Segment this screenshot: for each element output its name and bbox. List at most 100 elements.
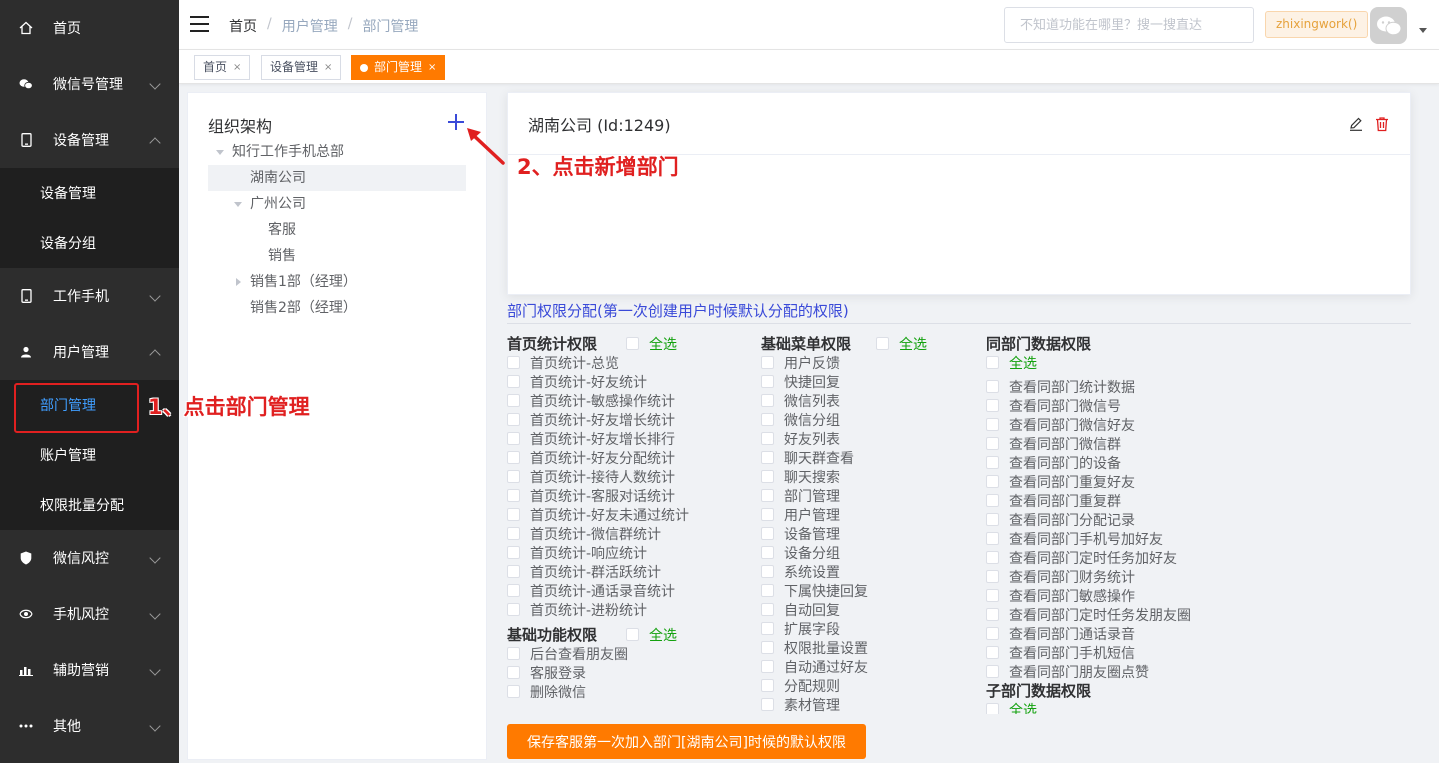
sidebar-item-wechat[interactable]: 微信号管理 <box>0 56 179 112</box>
checkbox[interactable] <box>507 394 520 407</box>
checkbox[interactable] <box>507 375 520 388</box>
tag-dept-manage[interactable]: 部门管理 × <box>351 55 446 80</box>
checkbox[interactable] <box>986 513 999 526</box>
hamburger-icon[interactable] <box>190 16 209 32</box>
checkbox[interactable] <box>761 527 774 540</box>
checkbox[interactable] <box>761 451 774 464</box>
perm-item-home-stats[interactable]: 首页统计-敏感操作统计 <box>507 391 689 410</box>
perm-item-basic-menu[interactable]: 系统设置 <box>761 562 927 581</box>
caret-expanded-icon[interactable] <box>216 149 224 155</box>
sidebar-item-user[interactable]: 用户管理 <box>0 324 179 380</box>
sidebar-item-phone-risk[interactable]: 手机风控 <box>0 586 179 642</box>
checkbox[interactable] <box>761 508 774 521</box>
perm-item-basic-menu[interactable]: 权限批量设置 <box>761 638 927 657</box>
checkbox[interactable] <box>761 584 774 597</box>
search-input[interactable] <box>1004 7 1254 43</box>
checkbox[interactable] <box>761 356 774 369</box>
perm-item-same-dept[interactable]: 查看同部门通话录音 <box>986 624 1191 643</box>
checkbox[interactable] <box>761 413 774 426</box>
sidebar-item-other[interactable]: 其他 <box>0 698 179 754</box>
perm-item-basic-menu[interactable]: 部门管理 <box>761 486 927 505</box>
checkbox[interactable] <box>626 337 640 350</box>
checkbox[interactable] <box>761 603 774 616</box>
perm-item-home-stats[interactable]: 首页统计-客服对话统计 <box>507 486 689 505</box>
checkbox[interactable] <box>986 399 999 412</box>
close-icon[interactable]: × <box>233 56 241 79</box>
checkbox[interactable] <box>761 622 774 635</box>
perm-item-same-dept[interactable]: 查看同部门重复好友 <box>986 472 1191 491</box>
perm-item-basic-menu[interactable]: 设备分组 <box>761 543 927 562</box>
perm-item-same-dept[interactable]: 查看同部门财务统计 <box>986 567 1191 586</box>
checkbox[interactable] <box>507 666 520 679</box>
perm-item-basic-menu[interactable]: 扩展字段 <box>761 619 927 638</box>
checkbox[interactable] <box>761 394 774 407</box>
checkbox[interactable] <box>986 589 999 602</box>
tree-node-hunan[interactable]: 湖南公司 <box>208 165 466 191</box>
save-default-permission-button[interactable]: 保存客服第一次加入部门[湖南公司]时候的默认权限 <box>507 724 866 759</box>
perm-item-basic-menu[interactable]: 素材管理 <box>761 695 927 714</box>
perm-item-basic-menu[interactable]: 聊天搜索 <box>761 467 927 486</box>
perm-item-home-stats[interactable]: 首页统计-好友增长排行 <box>507 429 689 448</box>
sidebar-subitem-device-group[interactable]: 设备分组 <box>0 218 179 268</box>
checkbox[interactable] <box>761 679 774 692</box>
checkbox[interactable] <box>761 698 774 711</box>
username-badge[interactable]: zhixingwork() <box>1265 11 1369 38</box>
caret-collapsed-icon[interactable] <box>236 278 241 286</box>
perm-item-basic-menu[interactable]: 下属快捷回复 <box>761 581 927 600</box>
checkbox[interactable] <box>761 641 774 654</box>
checkbox[interactable] <box>507 432 520 445</box>
sidebar-subitem-account-manage[interactable]: 账户管理 <box>0 430 179 480</box>
checkbox[interactable] <box>507 470 520 483</box>
perm-item-same-dept[interactable]: 查看同部门敏感操作 <box>986 586 1191 605</box>
checkbox[interactable] <box>507 508 520 521</box>
perm-item-same-dept[interactable]: 查看同部门统计数据 <box>986 377 1191 396</box>
perm-item-basic-menu[interactable]: 用户管理 <box>761 505 927 524</box>
perm-item-same-dept[interactable]: 查看同部门的设备 <box>986 453 1191 472</box>
checkbox[interactable] <box>986 627 999 640</box>
perm-item-same-dept[interactable]: 查看同部门微信群 <box>986 434 1191 453</box>
checkbox[interactable] <box>761 375 774 388</box>
checkbox[interactable] <box>986 475 999 488</box>
checkbox[interactable] <box>761 660 774 673</box>
perm-item-basic-menu[interactable]: 聊天群查看 <box>761 448 927 467</box>
caret-down-icon[interactable] <box>1419 28 1427 33</box>
perm-item-same-dept[interactable]: 查看同部门定时任务发朋友圈 <box>986 605 1191 624</box>
perm-item-same-dept[interactable]: 查看同部门微信号 <box>986 396 1191 415</box>
tag-device-manage[interactable]: 设备管理 × <box>261 55 342 80</box>
perm-item-same-dept[interactable]: 查看同部门手机短信 <box>986 643 1191 662</box>
checkbox[interactable] <box>761 489 774 502</box>
tree-node-sales1[interactable]: 销售1部（经理） <box>236 269 357 295</box>
checkbox[interactable] <box>986 646 999 659</box>
checkbox[interactable] <box>507 584 520 597</box>
checkbox[interactable] <box>986 570 999 583</box>
checkbox[interactable] <box>507 647 520 660</box>
sidebar-item-work-phone[interactable]: 工作手机 <box>0 268 179 324</box>
perm-scroll-area[interactable]: 首页统计权限 全选 首页统计-总览 首页统计-好友统计 首页统计-敏感操作统计 首页统… <box>507 330 1411 714</box>
perm-item-home-stats[interactable]: 首页统计-好友统计 <box>507 372 689 391</box>
caret-expanded-icon[interactable] <box>234 201 242 207</box>
checkbox[interactable] <box>507 603 520 616</box>
perm-item-home-stats[interactable]: 首页统计-进粉统计 <box>507 600 689 619</box>
perm-item-basic-menu[interactable]: 快捷回复 <box>761 372 927 391</box>
select-all-checkbox[interactable]: 全选 <box>626 625 677 645</box>
checkbox[interactable] <box>507 565 520 578</box>
perm-item-same-dept[interactable]: 查看同部门分配记录 <box>986 510 1191 529</box>
sidebar-subitem-device-manage[interactable]: 设备管理 <box>0 168 179 218</box>
perm-item-home-stats[interactable]: 首页统计-微信群统计 <box>507 524 689 543</box>
checkbox[interactable] <box>986 437 999 450</box>
perm-item-home-stats[interactable]: 首页统计-好友分配统计 <box>507 448 689 467</box>
checkbox[interactable] <box>986 703 999 714</box>
checkbox[interactable] <box>986 456 999 469</box>
checkbox[interactable] <box>507 489 520 502</box>
checkbox[interactable] <box>626 628 640 641</box>
checkbox[interactable] <box>986 532 999 545</box>
perm-item-same-dept[interactable]: 查看同部门重复群 <box>986 491 1191 510</box>
tree-node-service[interactable]: 客服 <box>268 217 296 243</box>
perm-item-same-dept[interactable]: 查看同部门微信好友 <box>986 415 1191 434</box>
tree-node-guangzhou[interactable]: 广州公司 <box>234 191 306 217</box>
checkbox[interactable] <box>507 451 520 464</box>
sidebar-item-home[interactable]: 首页 <box>0 0 179 56</box>
perm-item-same-dept[interactable]: 查看同部门手机号加好友 <box>986 529 1191 548</box>
perm-item-basic-func[interactable]: 后台查看朋友圈 <box>507 644 689 663</box>
perm-item-home-stats[interactable]: 首页统计-群活跃统计 <box>507 562 689 581</box>
